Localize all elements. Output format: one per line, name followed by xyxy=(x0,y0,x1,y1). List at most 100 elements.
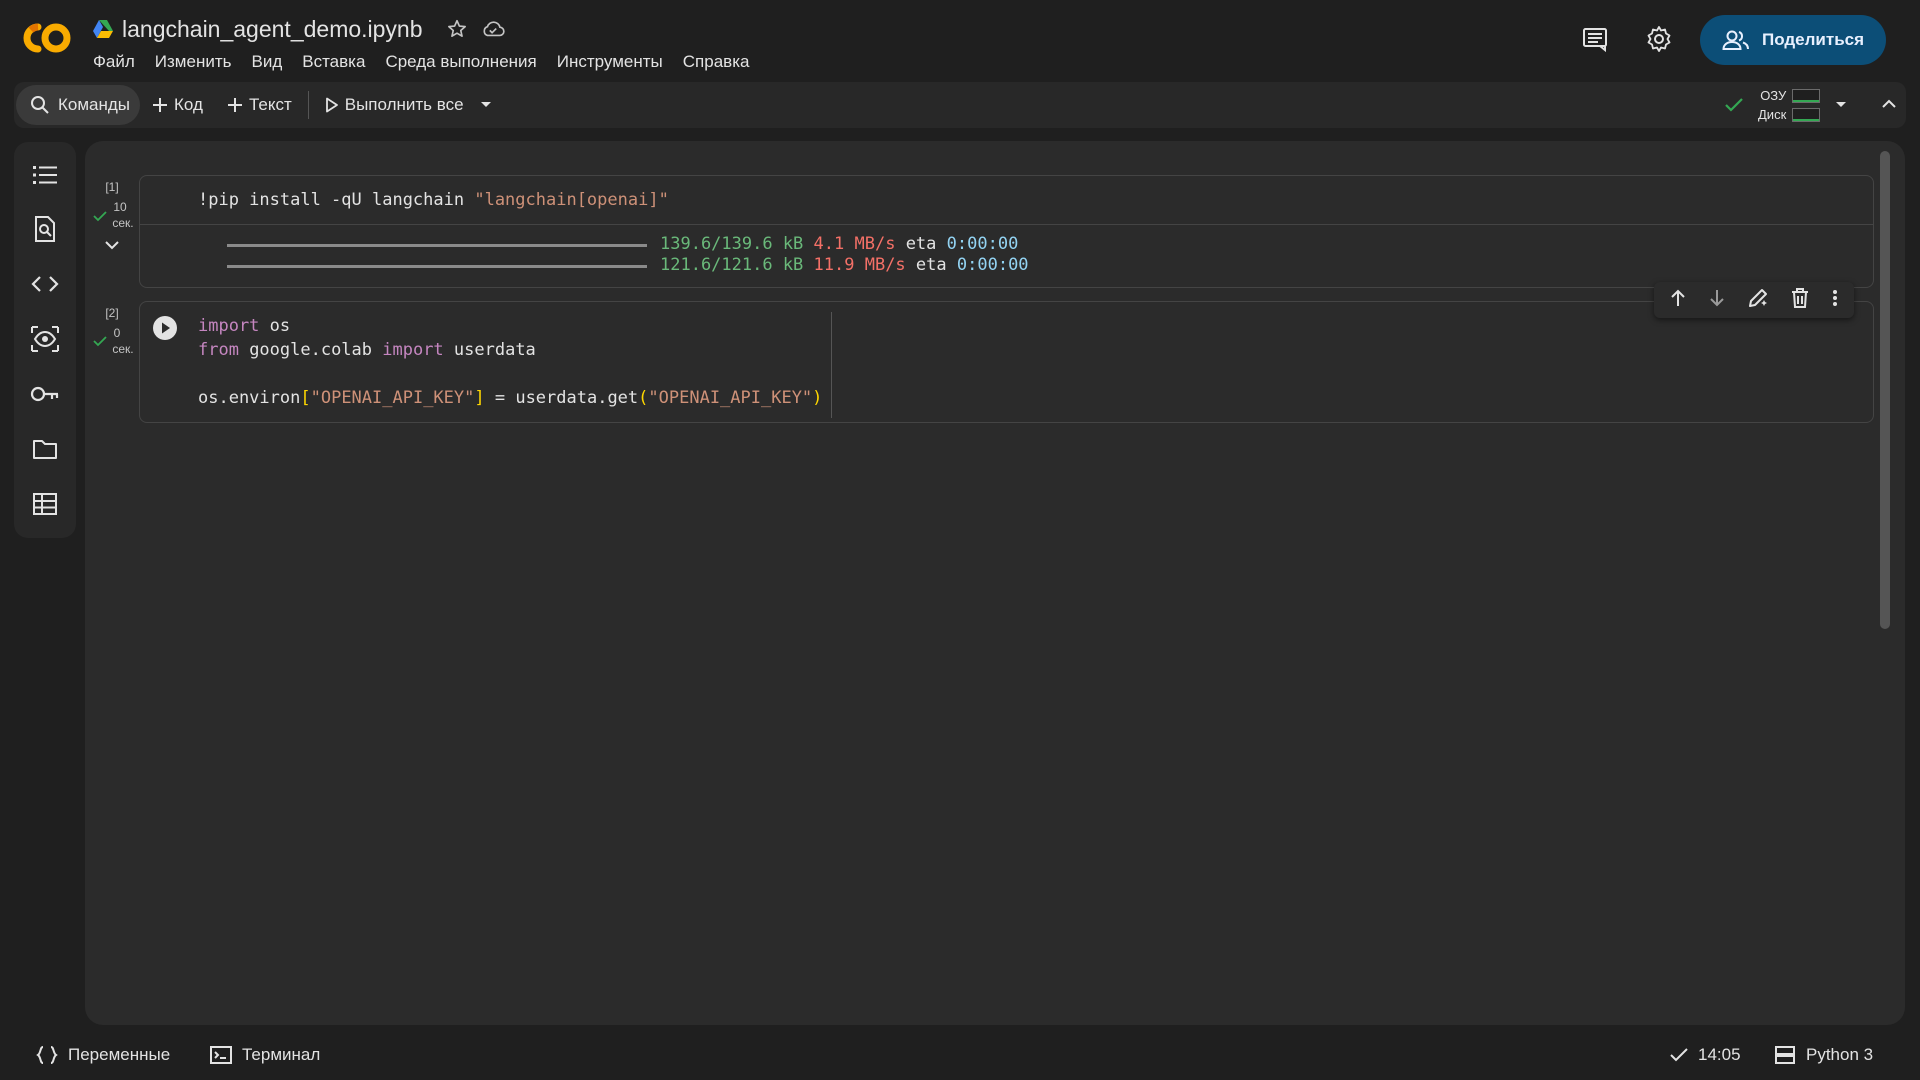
paren-close: ) xyxy=(812,388,823,408)
terminal-icon xyxy=(210,1046,232,1064)
variables-label: Переменные xyxy=(68,1045,171,1064)
pip-package-string: "langchain[openai]" xyxy=(474,190,669,210)
collapse-output-chevron-icon[interactable] xyxy=(104,238,120,256)
find-in-page-icon[interactable] xyxy=(30,214,60,244)
sidebar xyxy=(14,142,76,538)
keyword-import: import xyxy=(198,316,260,336)
toolbar-divider xyxy=(307,91,309,119)
delete-cell-icon[interactable] xyxy=(1790,287,1810,314)
download-speed-1: 4.1 MB/s xyxy=(813,234,896,254)
terminal-label: Терминал xyxy=(242,1045,321,1064)
execution-status[interactable]: 14:05 xyxy=(1670,1045,1741,1065)
cell-2-duration-value: 0 xyxy=(113,326,121,340)
run-cell-button[interactable] xyxy=(152,315,178,346)
notebook-title[interactable]: langchain_agent_demo.ipynb xyxy=(122,16,423,43)
connected-check-icon xyxy=(1725,98,1743,112)
cell-2-code[interactable]: import os from google.colab import userd… xyxy=(198,314,822,410)
run-all-dropdown[interactable] xyxy=(476,85,496,125)
menu-view[interactable]: Вид xyxy=(241,50,292,74)
run-all-label: Выполнить все xyxy=(344,95,464,114)
move-cell-down-icon[interactable] xyxy=(1708,288,1726,313)
code-cell-1[interactable]: !pip install -qU langchain "langchain[op… xyxy=(139,175,1874,288)
menu-edit[interactable]: Изменить xyxy=(145,50,242,74)
run-all-button[interactable]: Выполнить все xyxy=(313,85,476,125)
command-palette-button[interactable]: Команды xyxy=(16,85,141,125)
menu-help[interactable]: Справка xyxy=(673,50,760,74)
progress-bar-1 xyxy=(227,244,647,247)
bracket-close: ] xyxy=(474,388,485,408)
menu-runtime[interactable]: Среда выполнения xyxy=(375,50,546,74)
eta-label-1: eta xyxy=(905,234,937,254)
bracket-open: [ xyxy=(300,388,311,408)
keyword-import: import xyxy=(382,340,444,360)
menu-tools[interactable]: Инструменты xyxy=(547,50,673,74)
runtime-indicator[interactable]: Python 3 xyxy=(1774,1045,1873,1065)
disk-usage-bar xyxy=(1792,107,1821,122)
chevron-up-icon[interactable] xyxy=(1880,94,1898,119)
share-label: Поделиться xyxy=(1762,30,1865,49)
play-icon xyxy=(325,97,338,113)
ram-usage-bar xyxy=(1792,88,1821,103)
cell-toolbar xyxy=(1654,282,1854,318)
caret-down-icon xyxy=(480,102,491,107)
cell-1-exec-count: [1] xyxy=(105,180,119,194)
disk-label: Диск xyxy=(1758,107,1787,122)
cell-1-duration-unit: сек. xyxy=(112,216,134,230)
cell-1-duration-value: 10 xyxy=(113,200,127,214)
status-bar: Переменные Терминал 14:05 Python 3 xyxy=(0,1035,1920,1080)
terminal-button[interactable]: Терминал xyxy=(210,1045,320,1065)
keyword-from: from xyxy=(198,340,239,360)
name-userdata: userdata xyxy=(443,340,536,360)
data-table-icon[interactable] xyxy=(30,489,60,519)
secret-key-string: "OPENAI_API_KEY" xyxy=(648,388,813,408)
cloud-saved-icon[interactable] xyxy=(481,17,505,41)
move-cell-up-icon[interactable] xyxy=(1669,288,1687,313)
eta-value-2: 0:00:00 xyxy=(956,255,1029,275)
resource-dropdown-icon[interactable] xyxy=(1834,94,1848,119)
plus-icon xyxy=(227,98,242,112)
colab-logo[interactable] xyxy=(18,18,74,58)
module-os: os xyxy=(259,316,291,336)
menu-file[interactable]: Файл xyxy=(92,50,145,74)
cell-2-success-check-icon xyxy=(93,334,107,352)
play-circle-icon xyxy=(153,316,177,340)
paren-open: ( xyxy=(638,388,649,408)
add-text-label: Текст xyxy=(248,95,292,114)
eta-label-2: eta xyxy=(915,255,947,275)
download-speed-2: 11.9 MB/s xyxy=(813,255,906,275)
command-palette-label: Команды xyxy=(58,95,131,114)
ram-label: ОЗУ xyxy=(1760,88,1787,103)
progress-bar-2 xyxy=(227,265,647,268)
share-button[interactable]: Поделиться xyxy=(1700,15,1886,65)
variables-button[interactable]: Переменные xyxy=(36,1045,170,1065)
more-options-icon[interactable] xyxy=(1831,288,1839,313)
menu-insert[interactable]: Вставка xyxy=(292,50,375,74)
table-of-contents-icon[interactable] xyxy=(30,160,60,190)
comments-icon[interactable] xyxy=(1580,24,1610,54)
search-icon xyxy=(31,96,49,114)
cell-2-duration-unit: сек. xyxy=(112,342,134,356)
module-google-colab: google.colab xyxy=(238,340,383,360)
text-cursor xyxy=(831,312,832,418)
add-code-button[interactable]: Код xyxy=(140,85,215,125)
notebook-scrollbar[interactable] xyxy=(1880,151,1890,629)
inspect-eye-icon[interactable] xyxy=(30,324,60,354)
secrets-key-icon[interactable] xyxy=(30,379,60,409)
edit-pen-icon[interactable] xyxy=(1747,287,1769,314)
download-progress-1: 139.6/139.6 kB xyxy=(660,234,804,254)
code-snippets-icon[interactable] xyxy=(30,269,60,299)
resource-monitor[interactable]: ОЗУ Диск xyxy=(1724,86,1821,124)
menu-bar: Файл Изменить Вид Вставка Среда выполнен… xyxy=(92,50,759,74)
toolbar: Команды Код Текст Выполнить все ОЗУ Диск xyxy=(14,82,1906,128)
gear-icon[interactable] xyxy=(1644,24,1674,54)
star-icon[interactable] xyxy=(445,17,469,41)
cell-1-output: 139.6/139.6 kB 4.1 MB/s eta 0:00:00 121.… xyxy=(660,234,1029,276)
server-icon xyxy=(1775,1046,1795,1064)
add-text-button[interactable]: Текст xyxy=(215,85,304,125)
cell-1-code[interactable]: !pip install -qU langchain "langchain[op… xyxy=(198,190,669,210)
userdata-get: = userdata.get xyxy=(484,388,639,408)
code-cell-2[interactable]: import os from google.colab import userd… xyxy=(139,301,1874,423)
folder-icon[interactable] xyxy=(30,434,60,464)
cell-1-success-check-icon xyxy=(93,209,107,227)
curly-braces-icon xyxy=(36,1046,58,1064)
